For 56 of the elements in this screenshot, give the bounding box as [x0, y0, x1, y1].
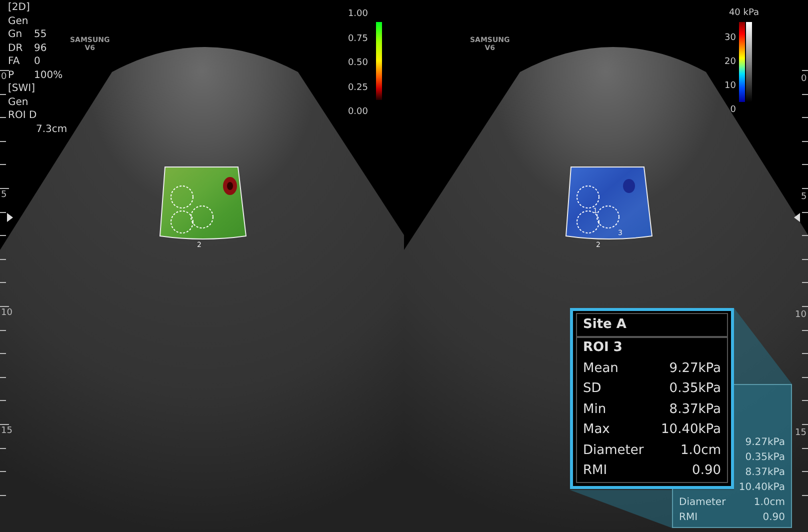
measurement-value: 8.37kPa	[669, 400, 721, 418]
measurement-value: 0.35kPa	[669, 380, 721, 398]
depth-label: 10	[795, 310, 806, 320]
colorbar-label: 10	[724, 81, 736, 91]
parameter-label: DR	[8, 42, 24, 55]
result-value: 8.37kPa	[745, 466, 785, 480]
measurement-label: Mean	[583, 360, 618, 378]
measurement-value: 9.27kPa	[669, 360, 721, 378]
colorbar-label: 20	[724, 57, 736, 67]
result-value: 9.27kPa	[745, 436, 785, 450]
measurement-label: Diameter	[583, 442, 644, 460]
depth-label: 0	[1, 72, 7, 82]
measurement-value: 0.90	[692, 462, 721, 480]
measurement-label: SD	[583, 380, 602, 398]
focus-marker-icon	[794, 213, 800, 222]
result-value: 1.0cm	[754, 496, 785, 510]
parameter-value: 55	[34, 28, 47, 42]
measurement-label: Min	[583, 400, 606, 418]
focus-marker-icon	[7, 213, 13, 222]
parameter-value: 7.3cm	[35, 122, 68, 136]
colorbar-label: 0.00	[346, 107, 368, 117]
result-value: 0.35kPa	[745, 451, 785, 465]
colorbar-label: 0.75	[346, 34, 368, 44]
parameter-label: ROI D	[8, 109, 37, 122]
colorbar-label: 30	[724, 33, 736, 43]
colorbar-label: 0	[729, 105, 736, 115]
depth-label: 5	[801, 192, 807, 202]
measurement-value: 10.40kPa	[661, 421, 721, 439]
preset-label: Gen	[8, 14, 30, 28]
measurement-label: Max	[583, 421, 610, 439]
depth-label: 15	[1, 426, 12, 436]
parameter-value: 100%	[34, 68, 63, 82]
colorbar-label: 0.50	[346, 58, 368, 68]
popup-title: Site A	[577, 314, 727, 338]
measurement-value: 1.0cm	[680, 442, 721, 460]
parameter-value: 96	[34, 42, 47, 55]
result-value: 0.90	[762, 511, 785, 525]
mode-label: [2D]	[8, 1, 31, 14]
result-label: RMI	[679, 511, 698, 525]
colorbar-label: 0.25	[346, 82, 368, 92]
depth-label: 10	[1, 308, 12, 318]
mode-label: [SWI]	[8, 82, 36, 96]
depth-label: 0	[801, 74, 807, 84]
parameter-label: P	[8, 68, 16, 82]
measurement-label: RMI	[583, 462, 608, 480]
colorbar-label: 1.00	[346, 9, 368, 19]
result-label: Diameter	[679, 496, 726, 510]
depth-label: 15	[795, 428, 806, 438]
colorbar-unit-label: 40 kPa	[728, 8, 760, 18]
depth-label: 5	[1, 190, 7, 200]
parameter-value: 0	[34, 55, 40, 68]
result-value: 10.40kPa	[738, 481, 785, 495]
parameter-label: FA	[8, 55, 21, 68]
preset-label: Gen	[8, 96, 30, 109]
roi-label: ROI 3	[583, 339, 622, 357]
parameter-label: Gn	[8, 28, 24, 42]
